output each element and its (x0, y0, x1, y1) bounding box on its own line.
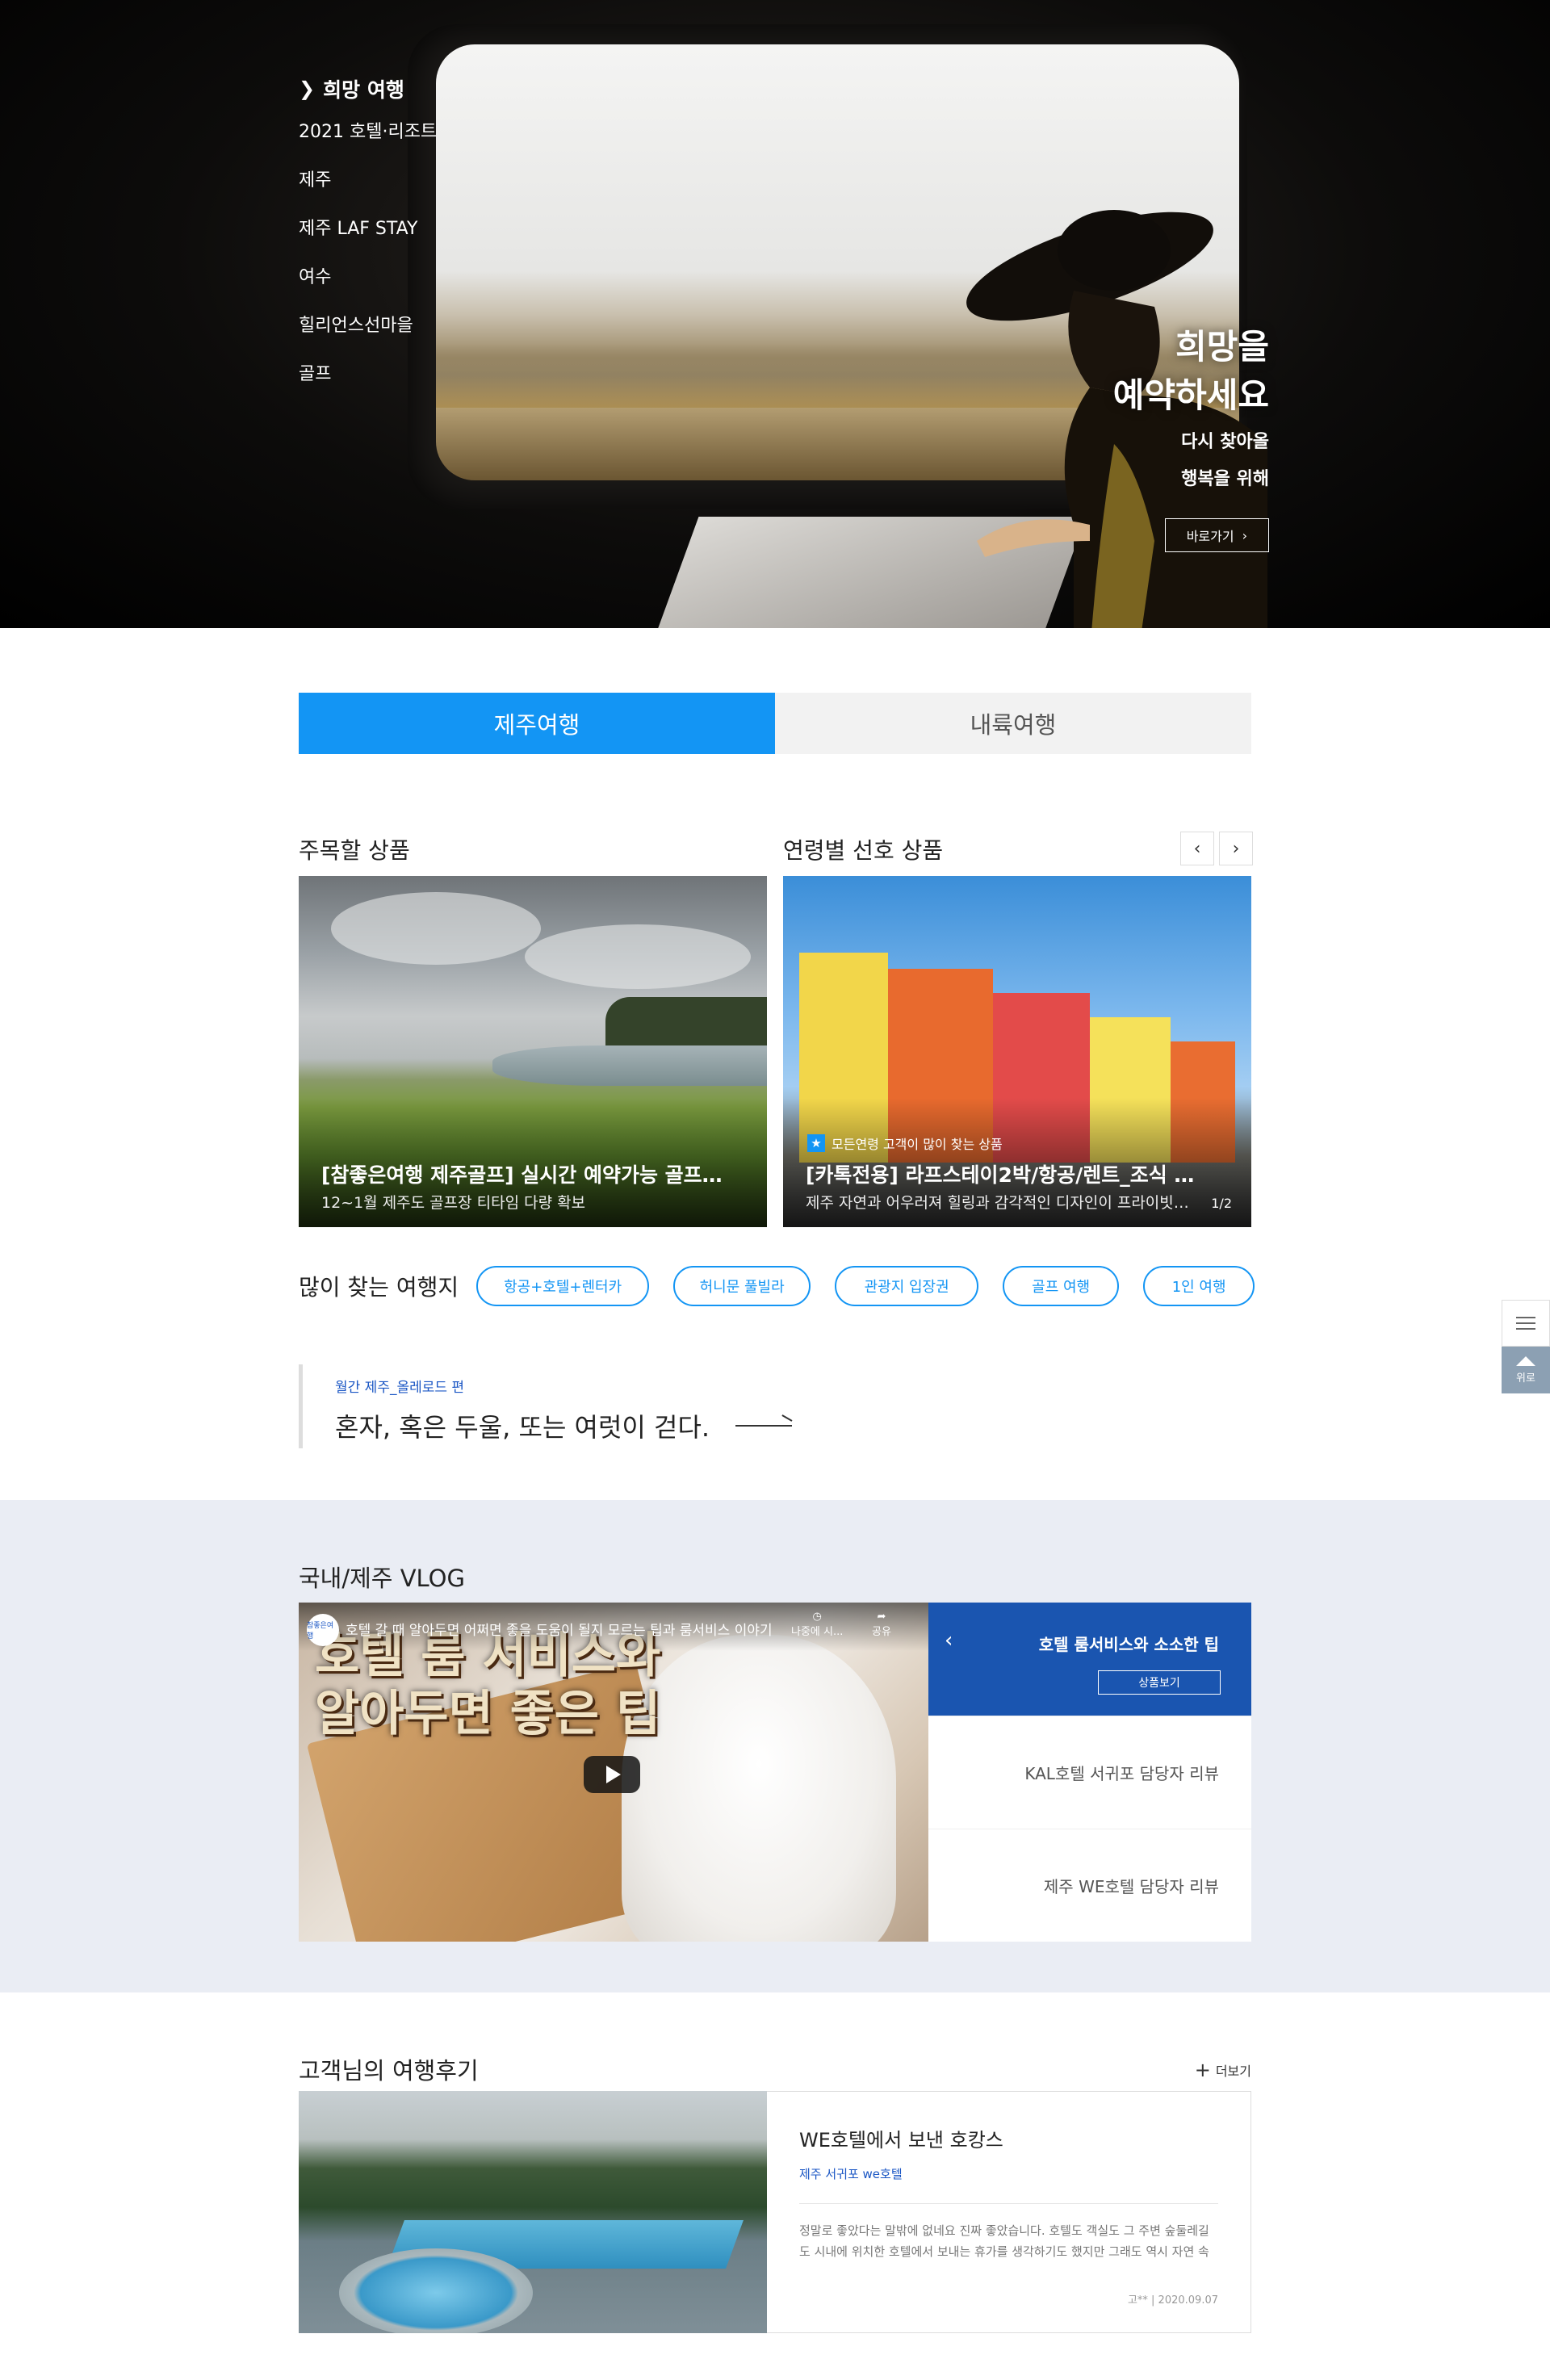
watch-later-label: 나중에 시... (791, 1626, 844, 1638)
chevron-right-icon: ❯ (299, 78, 316, 100)
quote-big-label: 혼자, 혹은 두울, 또는 여럿이 걷다. (335, 1412, 710, 1443)
hero-headline-1: 희망을 (1175, 327, 1269, 367)
age-pref-pager: 1/2 (1211, 1196, 1232, 1211)
hero-nav-item-laf-stay[interactable]: 제주 LAF STAY (299, 205, 437, 254)
arrow-up-icon (1516, 1356, 1535, 1366)
hero-nav-item-yeosu[interactable]: 여수 (299, 254, 437, 302)
star-icon: ★ (807, 1134, 825, 1152)
tab-mainland[interactable]: 내륙여행 (775, 693, 1251, 754)
clock-icon: ◷ (812, 1611, 822, 1623)
hero-cta-button[interactable]: 바로가기 › (1164, 518, 1269, 552)
more-button[interactable]: + 더보기 (1195, 2059, 1251, 2081)
hero-cta-label: 바로가기 (1186, 529, 1234, 544)
share-icon: ➦ (877, 1611, 886, 1623)
age-pref-card-title: [카톡전용] 라프스테이2박/항공/렌트_조식 포함 패키지 (806, 1163, 1209, 1187)
plus-icon: + (1194, 2059, 1211, 2081)
vlog-list-item[interactable]: KAL호텔 서귀포 담당자 리뷰 (928, 1716, 1251, 1829)
popular-title: 많이 찾는 여행지 (299, 1274, 459, 1301)
vlog-video-player[interactable]: 호텔 룸 서비스와 알아두면 좋은 팁 참좋은여행 호텔 갈 때 알아두면 어쩌… (299, 1603, 928, 1942)
chevron-right-icon: › (1242, 527, 1247, 543)
hero-nav-item-jeju[interactable]: 제주 (299, 157, 437, 205)
review-location: 제주 서귀포 we호텔 (799, 2167, 903, 2181)
review-title: WE호텔에서 보낸 호캉스 (799, 2129, 1003, 2152)
menu-button[interactable] (1502, 1300, 1550, 1347)
age-pref-section-title: 연령별 선호 상품 (783, 837, 944, 864)
tab-jeju[interactable]: 제주여행 (299, 693, 775, 754)
view-product-button[interactable]: 상품보기 (1098, 1670, 1221, 1695)
review-body: 정말로 좋았다는 말밖에 없네요 진짜 좋았습니다. 호텔도 객실도 그 주변 … (799, 2223, 1209, 2259)
chip-air-hotel-car[interactable]: 항공+호텔+렌터카 (476, 1266, 650, 1306)
review-card[interactable]: WE호텔에서 보낸 호캉스 제주 서귀포 we호텔 정말로 좋았다는 말밖에 없… (767, 2091, 1251, 2333)
golf-pond (492, 1045, 767, 1086)
share-button[interactable]: ➦ 공유 (872, 1611, 891, 1638)
hamburger-icon (1516, 1328, 1535, 1330)
hero-banner: ❯ 희망 여행 2021 호텔·리조트 제주 제주 LAF STAY 여수 힐리… (0, 0, 1550, 628)
video-overlay-line-2: 알아두면 좋은 팁 (315, 1686, 661, 1742)
age-pref-card-subtitle: 제주 자연과 어우러져 힐링과 감각적인 디자인이 프라이빗한 공간 (806, 1194, 1193, 1212)
hamburger-icon (1516, 1317, 1535, 1318)
vlog-active-item[interactable]: ‹ 호텔 룸서비스와 소소한 팁 상품보기 (928, 1603, 1251, 1716)
floating-side-bar: 위로 (1502, 1300, 1550, 1393)
age-pref-card[interactable]: ★ 모든연령 고객이 많이 찾는 상품 [카톡전용] 라프스테이2박/항공/렌트… (783, 876, 1251, 1227)
featured-card-subtitle: 12~1월 제주도 골프장 티타임 다량 확보 (321, 1194, 586, 1212)
age-pref-badge-label: 모든연령 고객이 많이 찾는 상품 (832, 1137, 1003, 1152)
review-meta: 고** | 2020.09.07 (1127, 2294, 1218, 2307)
region-tabs: 제주여행 내륙여행 (299, 693, 1251, 754)
more-label: 더보기 (1215, 2064, 1251, 2079)
hero-nav-item-healience[interactable]: 힐리언스선마을 (299, 302, 437, 350)
scroll-top-button[interactable]: 위로 (1502, 1347, 1550, 1393)
chevron-left-icon: ‹ (1193, 838, 1201, 859)
chip-tickets[interactable]: 관광지 입장권 (835, 1266, 979, 1306)
vlog-list: ‹ 호텔 룸서비스와 소소한 팁 상품보기 KAL호텔 서귀포 담당자 리뷰 제… (928, 1603, 1251, 1942)
play-button[interactable] (584, 1756, 640, 1793)
hero-nav-title[interactable]: ❯ 희망 여행 (299, 74, 437, 103)
arrow-right-icon (735, 1425, 793, 1427)
quote-small: 월간 제주_올레로드 편 (335, 1380, 465, 1396)
hamburger-icon (1516, 1322, 1535, 1324)
vlog-active-title: 호텔 룸서비스와 소소한 팁 (1038, 1635, 1219, 1654)
hero-nav-item-hotel-resort[interactable]: 2021 호텔·리조트 (299, 108, 437, 157)
featured-section-title: 주목할 상품 (299, 837, 410, 864)
hero-subline-1: 다시 찾아올 (1181, 432, 1269, 452)
hero-nav-item-golf[interactable]: 골프 (299, 350, 437, 399)
chevron-left-icon[interactable]: ‹ (945, 1628, 953, 1653)
hero-nav-title-label: 희망 여행 (323, 78, 404, 102)
chip-solo[interactable]: 1인 여행 (1143, 1266, 1255, 1306)
quote-big: 혼자, 혹은 두울, 또는 여럿이 걷다. (335, 1407, 864, 1444)
reviews-title: 고객님의 여행후기 (299, 2057, 479, 2085)
woman-in-robe (622, 1635, 896, 1942)
hero-headline-2: 예약하세요 (1112, 375, 1269, 415)
featured-card[interactable]: [참좋은여행 제주골프] 실시간 예약가능 골프장 실시간 예약가능 12~1월… (299, 876, 767, 1227)
chevron-right-icon: › (1232, 838, 1240, 859)
cloud-shape (525, 924, 751, 989)
share-label: 공유 (872, 1626, 891, 1638)
review-image[interactable] (299, 2091, 767, 2333)
chip-golf[interactable]: 골프 여행 (1003, 1266, 1120, 1306)
age-pref-arrows: ‹ › (1180, 832, 1253, 865)
divider (799, 2203, 1218, 2204)
next-button[interactable]: › (1219, 832, 1253, 865)
age-pref-badge: ★ 모든연령 고객이 많이 찾는 상품 (807, 1133, 1003, 1153)
vlog-list-item[interactable]: 제주 WE호텔 담당자 리뷰 (928, 1829, 1251, 1942)
cloud-shape (331, 892, 541, 965)
jacuzzi-shape (339, 2248, 533, 2333)
monthly-jeju-link[interactable]: 월간 제주_올레로드 편 혼자, 혹은 두울, 또는 여럿이 걷다. (299, 1364, 864, 1448)
popular-destinations: 많이 찾는 여행지 항공+호텔+렌터카 허니문 풀빌라 관광지 입장권 골프 여… (299, 1266, 1279, 1306)
chip-honeymoon[interactable]: 허니문 풀빌라 (673, 1266, 811, 1306)
channel-logo[interactable]: 참좋은여행 (307, 1614, 339, 1646)
prev-button[interactable]: ‹ (1180, 832, 1214, 865)
watch-later-button[interactable]: ◷ 나중에 시... (791, 1611, 843, 1638)
vlog-title: 국내/제주 VLOG (299, 1565, 465, 1592)
video-title[interactable]: 호텔 갈 때 알아두면 어쩌면 좋을 도움이 될지 모르는 팁과 룸서비스 이야… (346, 1619, 781, 1639)
hero-category-nav: ❯ 희망 여행 2021 호텔·리조트 제주 제주 LAF STAY 여수 힐리… (299, 74, 437, 415)
scroll-top-label: 위로 (1516, 1372, 1535, 1385)
hero-subline-2: 행복을 위해 (1181, 469, 1269, 489)
featured-card-title: [참좋은여행 제주골프] 실시간 예약가능 골프장 실시간 예약가능 (321, 1163, 725, 1187)
hero-copy: 희망을 예약하세요 다시 찾아올 행복을 위해 바로가기 › (1113, 323, 1269, 552)
